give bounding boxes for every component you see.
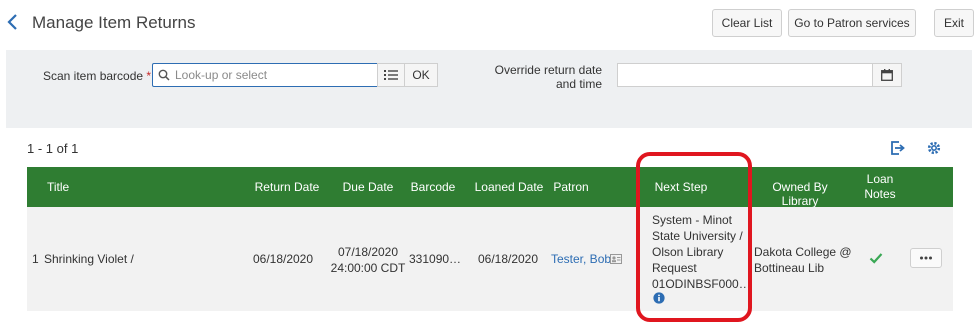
scan-barcode-label: Scan item barcode * bbox=[43, 69, 151, 83]
col-loaned-date[interactable]: Loaned Date bbox=[469, 180, 549, 194]
row-patron-link[interactable]: Tester, Bob bbox=[551, 252, 611, 266]
col-return-date[interactable]: Return Date bbox=[249, 180, 325, 194]
override-label-line-2: and time bbox=[555, 77, 602, 91]
col-owned-by-library[interactable]: Owned By Library bbox=[753, 180, 847, 208]
row-title: Shrinking Violet / bbox=[44, 252, 134, 266]
exit-button[interactable]: Exit bbox=[934, 9, 974, 37]
check-icon bbox=[869, 253, 883, 264]
owned-by-line-2: Bottineau Lib bbox=[754, 261, 825, 275]
next-step-highlight bbox=[636, 152, 752, 322]
row-index: 1 bbox=[32, 252, 39, 266]
export-icon[interactable] bbox=[890, 141, 906, 155]
clear-list-button[interactable]: Clear List bbox=[712, 9, 782, 37]
gear-icon[interactable] bbox=[927, 141, 941, 155]
go-to-patron-services-button[interactable]: Go to Patron services bbox=[788, 9, 916, 37]
col-loan-notes-line-2: Notes bbox=[864, 187, 896, 201]
scan-barcode-label-text: Scan item barcode bbox=[43, 69, 144, 83]
search-icon bbox=[158, 69, 170, 81]
row-due-date-line-1: 07/18/2020 bbox=[337, 245, 399, 259]
list-icon bbox=[384, 70, 398, 80]
calendar-icon bbox=[881, 69, 893, 81]
row-actions-button[interactable] bbox=[910, 248, 942, 268]
barcode-search-box[interactable] bbox=[152, 63, 378, 87]
table-header: Title Return Date Due Date Barcode Loane… bbox=[27, 167, 953, 208]
col-barcode[interactable]: Barcode bbox=[405, 180, 461, 194]
override-return-date-label: Override return date and time bbox=[480, 63, 602, 91]
override-return-date-input[interactable] bbox=[617, 63, 873, 87]
table-row: 1 Shrinking Violet / 06/18/2020 07/18/20… bbox=[27, 207, 953, 311]
row-return-date: 06/18/2020 bbox=[252, 252, 314, 266]
list-select-button[interactable] bbox=[377, 63, 405, 87]
more-icon bbox=[920, 256, 932, 260]
back-chevron-icon[interactable] bbox=[6, 12, 20, 32]
col-title[interactable]: Title bbox=[47, 180, 69, 194]
col-loan-notes-line-1: Loan bbox=[866, 172, 894, 186]
override-label-line-1: Override return date bbox=[494, 63, 602, 77]
row-loaned-date: 06/18/2020 bbox=[477, 252, 539, 266]
calendar-button[interactable] bbox=[872, 63, 902, 87]
owned-by-line-1: Dakota College @ bbox=[754, 245, 852, 259]
col-loan-notes[interactable]: Loan Notes bbox=[855, 172, 905, 202]
row-barcode[interactable]: 331090… bbox=[409, 252, 461, 266]
col-due-date[interactable]: Due Date bbox=[333, 180, 403, 194]
patron-card-icon[interactable] bbox=[610, 254, 622, 264]
row-owned-by-library: Dakota College @ Bottineau Lib bbox=[754, 244, 852, 276]
row-due-date: 07/18/2020 24:00:00 CDT bbox=[325, 244, 411, 276]
row-due-date-line-2: 24:00:00 CDT bbox=[330, 261, 406, 275]
required-marker: * bbox=[146, 69, 152, 83]
ok-button[interactable]: OK bbox=[404, 63, 438, 87]
page-title: Manage Item Returns bbox=[32, 13, 196, 32]
col-patron[interactable]: Patron bbox=[551, 180, 591, 194]
results-count: 1 - 1 of 1 bbox=[27, 141, 79, 156]
barcode-search-input[interactable] bbox=[175, 66, 371, 84]
